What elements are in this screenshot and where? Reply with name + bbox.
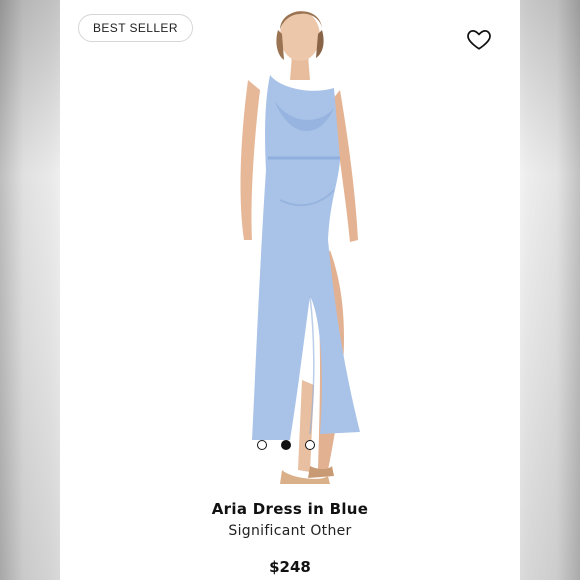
product-name[interactable]: Aria Dress in Blue: [60, 500, 520, 518]
carousel-dot-1[interactable]: [257, 440, 267, 450]
heart-icon[interactable]: [466, 26, 492, 52]
carousel-dot-3[interactable]: [305, 440, 315, 450]
product-brand[interactable]: Significant Other: [60, 523, 520, 539]
carousel-indicators: [257, 440, 315, 450]
best-seller-badge: BEST SELLER: [78, 14, 193, 42]
background-right-edge: [520, 0, 580, 580]
product-price: $248: [269, 558, 311, 576]
product-image[interactable]: [210, 0, 410, 490]
carousel-dot-2[interactable]: [281, 440, 291, 450]
background-left-edge: [0, 0, 60, 580]
product-card[interactable]: BEST SELLER Aria Dress in Blue Significa…: [60, 0, 520, 580]
